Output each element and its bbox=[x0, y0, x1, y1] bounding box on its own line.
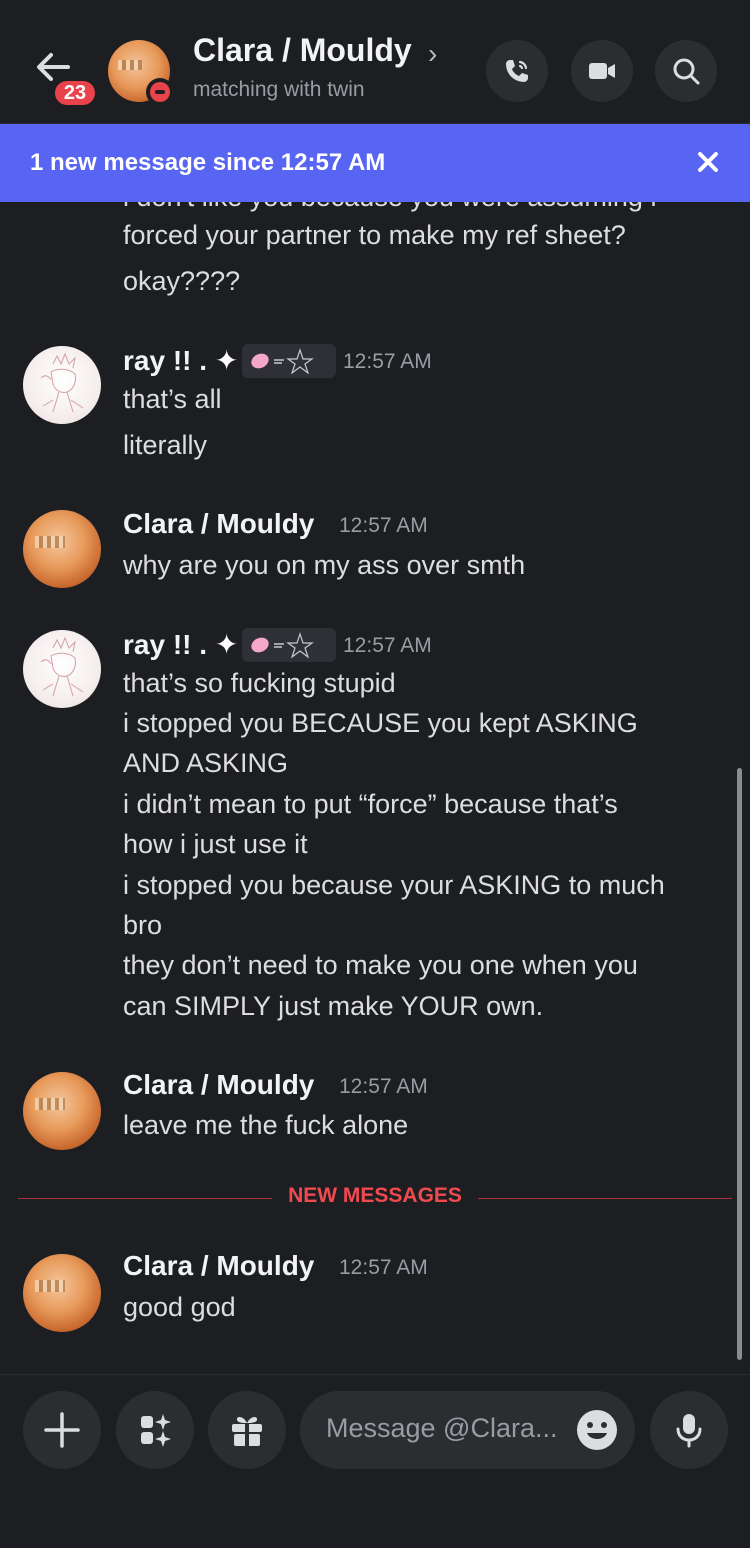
message-author[interactable]: Clara / Mouldy bbox=[123, 508, 314, 540]
message-line: leave me the fuck alone bbox=[123, 1110, 409, 1140]
scrollbar[interactable] bbox=[737, 768, 742, 1360]
guild-tag[interactable] bbox=[242, 628, 336, 662]
close-icon[interactable] bbox=[692, 146, 724, 178]
message-line: literally bbox=[123, 430, 208, 460]
author-name[interactable]: ray !! . bbox=[123, 629, 207, 660]
unread-badge: 23 bbox=[52, 78, 98, 108]
avatar-clara[interactable] bbox=[23, 1254, 101, 1332]
sparkle-icon: ✦ bbox=[214, 345, 239, 376]
new-messages-banner-text[interactable]: 1 new message since 12:57 AM bbox=[30, 149, 385, 177]
avatar-clara[interactable] bbox=[23, 1072, 101, 1150]
avatar-sketch-icon bbox=[40, 352, 84, 413]
video-camera-icon bbox=[589, 63, 615, 79]
message-line: bro bbox=[123, 910, 163, 940]
message-author[interactable]: ray !! . ✦ bbox=[123, 344, 238, 377]
message-line: i didn’t mean to put “force” because tha… bbox=[123, 789, 618, 819]
message-line: why are you on my ass over smth bbox=[123, 550, 526, 580]
dnd-status-icon bbox=[146, 78, 174, 106]
custom-status: matching with twin bbox=[193, 78, 365, 101]
message-line: okay???? bbox=[123, 266, 241, 296]
plus-icon bbox=[44, 1412, 80, 1448]
apps-grid-icon bbox=[141, 1414, 171, 1447]
gift-icon bbox=[232, 1416, 262, 1446]
message-author[interactable]: ray !! . ✦ bbox=[123, 628, 238, 661]
video-call-button[interactable] bbox=[571, 40, 633, 102]
message-line: AND ASKING bbox=[123, 748, 289, 778]
gift-button[interactable] bbox=[208, 1391, 286, 1469]
new-messages-divider: NEW MESSAGES bbox=[18, 1184, 732, 1207]
microphone-icon bbox=[676, 1414, 702, 1448]
message-line: that’s all bbox=[123, 384, 222, 414]
petal-star-tag-icon bbox=[251, 348, 314, 374]
timestamp: 12:57 AM bbox=[343, 350, 432, 373]
message-line: that’s so fucking stupid bbox=[123, 668, 396, 698]
avatar-ray[interactable] bbox=[23, 630, 101, 708]
timestamp: 12:57 AM bbox=[339, 1256, 428, 1279]
search-icon bbox=[673, 58, 700, 85]
avatar-ray[interactable] bbox=[23, 346, 101, 424]
phone-icon bbox=[506, 60, 528, 82]
new-messages-banner[interactable]: 1 new message since 12:57 AM bbox=[0, 124, 750, 202]
add-attachment-button[interactable] bbox=[23, 1391, 101, 1469]
message-input[interactable]: Message @Clara... bbox=[300, 1391, 635, 1469]
message-composer: Message @Clara... bbox=[0, 1374, 750, 1548]
message-line: can SIMPLY just make YOUR own. bbox=[123, 991, 544, 1021]
message-line: good god bbox=[123, 1292, 236, 1322]
avatar-clara[interactable] bbox=[23, 510, 101, 588]
petal-star-tag-icon bbox=[251, 632, 314, 658]
guild-tag[interactable] bbox=[242, 344, 336, 378]
new-messages-label: NEW MESSAGES bbox=[288, 1184, 462, 1207]
message-line: they don’t need to make you one when you bbox=[123, 950, 638, 980]
message-placeholder[interactable]: Message @Clara... bbox=[326, 1413, 566, 1444]
apps-button[interactable] bbox=[116, 1391, 194, 1469]
search-button[interactable] bbox=[655, 40, 717, 102]
chevron-right-icon[interactable]: › bbox=[428, 38, 437, 70]
message-line-cutoff: i don't like you because you were assumi… bbox=[123, 202, 656, 213]
voice-message-button[interactable] bbox=[650, 1391, 728, 1469]
message-list[interactable]: i don't like you because you were assumi… bbox=[0, 202, 750, 1374]
timestamp: 12:57 AM bbox=[339, 514, 428, 537]
timestamp: 12:57 AM bbox=[343, 634, 432, 657]
message-author[interactable]: Clara / Mouldy bbox=[123, 1069, 314, 1101]
message-line: how i just use it bbox=[123, 829, 308, 859]
message-line: i stopped you BECAUSE you kept ASKING bbox=[123, 708, 638, 738]
chat-header: 23 Clara / Mouldy › matching with twin bbox=[0, 0, 750, 124]
timestamp: 12:57 AM bbox=[339, 1075, 428, 1098]
author-name[interactable]: ray !! . bbox=[123, 345, 207, 376]
avatar-sketch-icon bbox=[40, 636, 84, 697]
message-author[interactable]: Clara / Mouldy bbox=[123, 1250, 314, 1282]
message-line: forced your partner to make my ref sheet… bbox=[123, 220, 626, 250]
channel-title[interactable]: Clara / Mouldy bbox=[193, 32, 412, 69]
emoji-icon[interactable] bbox=[575, 1408, 619, 1452]
voice-call-button[interactable] bbox=[486, 40, 548, 102]
sparkle-icon: ✦ bbox=[214, 629, 239, 660]
message-line: i stopped you because your ASKING to muc… bbox=[123, 870, 665, 900]
